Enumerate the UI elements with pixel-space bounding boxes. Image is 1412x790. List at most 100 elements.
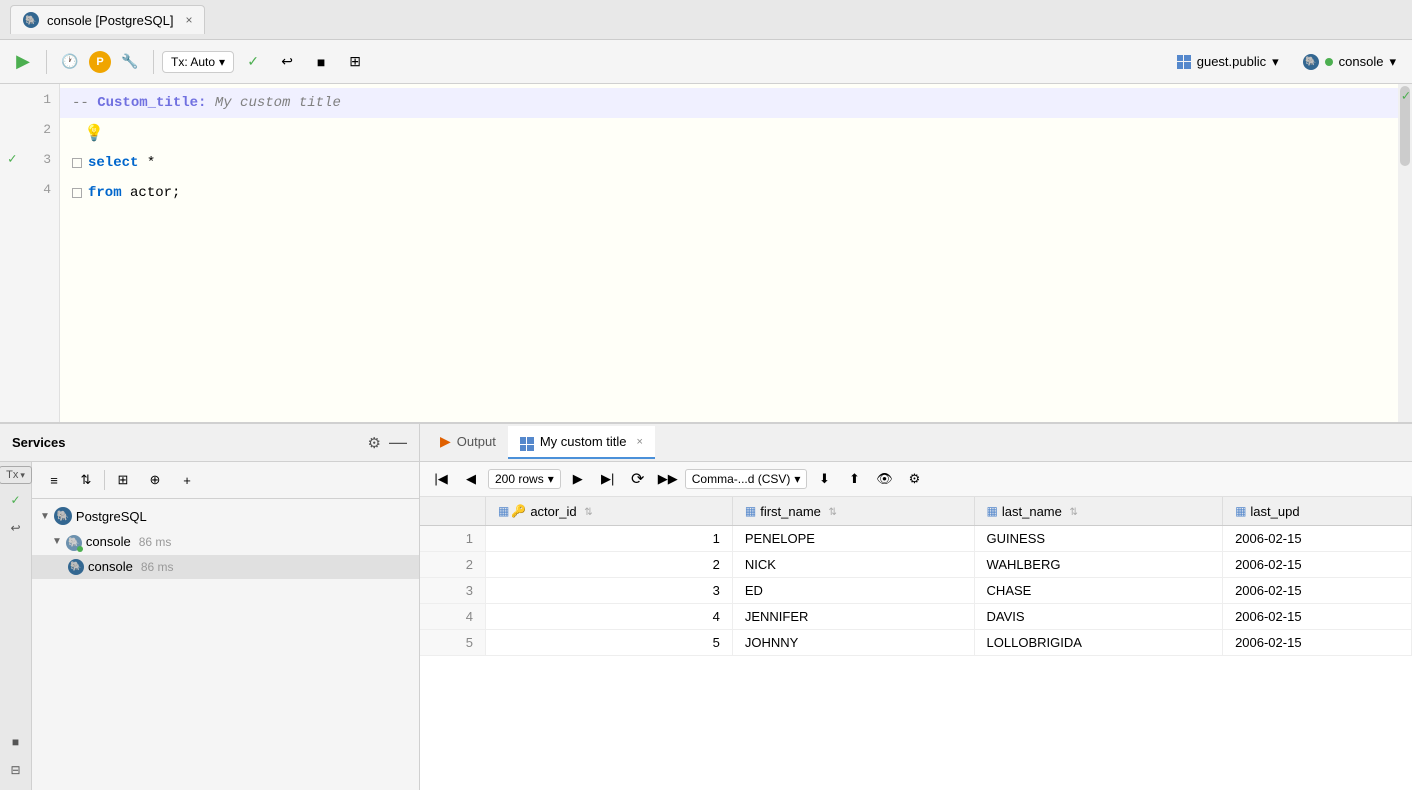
tree-item-postgresql[interactable]: ▼ 🐘 PostgreSQL	[32, 503, 419, 529]
cell-last-name-1: GUINESS	[974, 525, 1223, 551]
tab-output[interactable]: ▶ Output	[428, 427, 508, 458]
first-name-sort: ⇅	[829, 507, 837, 518]
last-row-button[interactable]: ▶|	[595, 466, 621, 492]
sq-icon-4	[72, 188, 82, 198]
tab-custom-title-close[interactable]: ×	[637, 436, 643, 448]
data-table-wrapper[interactable]: ▦ 🔑 actor_id ⇅ ▦ first_name	[420, 497, 1412, 790]
services-panel: Services ⚙ — Tx ▾ ✓ ↩ ■ ⊟	[0, 424, 420, 790]
editor-area[interactable]: 1 2 ✓ 3 4 -- Custom_title: My custom tit…	[0, 84, 1412, 424]
last-upd-col-icon: ▦	[1235, 504, 1246, 518]
th-actor-id[interactable]: ▦ 🔑 actor_id ⇅	[486, 497, 733, 525]
tx-selector[interactable]: Tx: Auto ▾	[162, 51, 234, 73]
tree-console2-icon: 🐘	[68, 559, 84, 575]
tree-item-console-2[interactable]: 🐘 console 86 ms	[32, 555, 419, 579]
console-selector[interactable]: 🐘 console ▾	[1295, 50, 1404, 74]
history-button[interactable]: 🕐	[55, 47, 85, 77]
extra-nav-button[interactable]: ▶▶	[655, 466, 681, 492]
tab-close-button[interactable]: ×	[185, 13, 192, 27]
tree-arrow-pg: ▼	[40, 511, 50, 522]
rows-selector[interactable]: 200 rows ▾	[488, 469, 561, 489]
editor-content[interactable]: -- Custom_title: My custom title 💡 selec…	[60, 84, 1412, 422]
first-name-col-icon: ▦	[745, 504, 756, 518]
table-row[interactable]: 4 4 JENNIFER DAVIS 2006-02-15	[420, 603, 1412, 629]
cell-first-name-3: ED	[732, 577, 974, 603]
format-selector[interactable]: Comma-...d (CSV) ▾	[685, 469, 808, 489]
tx-strip-label[interactable]: Tx ▾	[0, 466, 32, 484]
editor-scrollbar[interactable]: ✓	[1398, 84, 1412, 422]
strip-grid-btn[interactable]: ⊟	[4, 758, 28, 782]
row-num-1: 1	[420, 525, 486, 551]
download-button[interactable]: ⬇	[811, 466, 837, 492]
table-header: ▦ 🔑 actor_id ⇅ ▦ first_name	[420, 497, 1412, 525]
custom-title-tab-icon	[520, 432, 534, 452]
services-minus-icon[interactable]: —	[389, 432, 407, 453]
next-row-button[interactable]: ▶	[565, 466, 591, 492]
main-toolbar: ▶ 🕐 P 🔧 Tx: Auto ▾ ✓ ↩ ■ ⊞ guest.public …	[0, 40, 1412, 84]
th-last-upd[interactable]: ▦ last_upd	[1223, 497, 1412, 525]
tab-custom-title-label: My custom title	[540, 434, 627, 449]
undo-button[interactable]: ↩	[272, 47, 302, 77]
pg-icon: 🐘	[23, 12, 39, 28]
cell-last-upd-5: 2006-02-15	[1223, 629, 1412, 655]
check-button[interactable]: ✓	[238, 47, 268, 77]
tree-item-console-1[interactable]: ▼ 🐘 console 86 ms	[32, 529, 419, 555]
table-row[interactable]: 1 1 PENELOPE GUINESS 2006-02-15	[420, 525, 1412, 551]
p-button[interactable]: P	[89, 51, 111, 73]
cell-actor-id-5: 5	[486, 629, 733, 655]
grid-button[interactable]: ⊞	[340, 47, 370, 77]
th-last-name[interactable]: ▦ last_name ⇅	[974, 497, 1223, 525]
schema-selector[interactable]: guest.public ▾	[1169, 50, 1287, 74]
first-row-button[interactable]: |◀	[428, 466, 454, 492]
editor-check-icon: ✓	[1402, 88, 1410, 105]
code-table: actor;	[122, 185, 181, 201]
table-row[interactable]: 2 2 NICK WAHLBERG 2006-02-15	[420, 551, 1412, 577]
cell-first-name-1: PENELOPE	[732, 525, 974, 551]
srv-add-btn[interactable]: ⊕	[141, 466, 169, 494]
stop-button[interactable]: ■	[306, 47, 336, 77]
cell-first-name-4: JENNIFER	[732, 603, 974, 629]
cell-last-upd-4: 2006-02-15	[1223, 603, 1412, 629]
table-settings-button[interactable]: ⚙	[901, 466, 927, 492]
tree-arrow-console1: ▼	[52, 536, 62, 547]
services-header: Services ⚙ —	[0, 424, 419, 462]
srv-filter2-btn[interactable]: ⇅	[72, 466, 100, 494]
strip-check-btn[interactable]: ✓	[4, 488, 28, 512]
code-line-3: select *	[60, 148, 1412, 178]
console-tab[interactable]: 🐘 console [PostgreSQL] ×	[10, 5, 205, 34]
cell-last-name-3: CHASE	[974, 577, 1223, 603]
refresh-button[interactable]: ⟳	[625, 466, 651, 492]
tab-label: console [PostgreSQL]	[47, 13, 173, 28]
toolbar-separator-2	[153, 50, 154, 74]
row-num-5: 5	[420, 629, 486, 655]
strip-stop-btn[interactable]: ■	[4, 730, 28, 754]
row-num-3: 3	[420, 577, 486, 603]
tx-label: Tx: Auto	[171, 55, 215, 69]
view-button[interactable]: 👁	[871, 466, 897, 492]
prev-row-button[interactable]: ◀	[458, 466, 484, 492]
tab-custom-title[interactable]: My custom title ×	[508, 426, 655, 460]
th-first-name[interactable]: ▦ first_name ⇅	[732, 497, 974, 525]
services-gear-icon[interactable]: ⚙	[368, 434, 381, 452]
run-button[interactable]: ▶	[8, 47, 38, 77]
schema-label: guest.public	[1197, 54, 1266, 69]
srv-grid-btn[interactable]: ⊞	[109, 466, 137, 494]
tx-arrow: ▾	[219, 55, 225, 69]
th-row-num	[420, 497, 486, 525]
table-row[interactable]: 5 5 JOHNNY LOLLOBRIGIDA 2006-02-15	[420, 629, 1412, 655]
srv-plus-btn[interactable]: +	[173, 466, 201, 494]
tree-console1-label: console	[86, 534, 131, 549]
tab-output-label: Output	[457, 434, 496, 449]
srv-filter-btn[interactable]: ≡	[40, 466, 68, 494]
strip-undo-btn[interactable]: ↩	[4, 516, 28, 540]
sq-icon-3	[72, 158, 82, 168]
table-row[interactable]: 3 3 ED CHASE 2006-02-15	[420, 577, 1412, 603]
wrench-button[interactable]: 🔧	[115, 47, 145, 77]
row-num-2: 2	[420, 551, 486, 577]
tree-pg-icon: 🐘	[54, 507, 72, 525]
format-label: Comma-...d (CSV)	[692, 472, 791, 486]
cell-last-name-2: WAHLBERG	[974, 551, 1223, 577]
tab-grid-icon	[520, 437, 534, 451]
tree-console1-icon-wrap: 🐘	[66, 533, 82, 551]
upload-button[interactable]: ⬆	[841, 466, 867, 492]
tree-console1-dot	[77, 546, 83, 552]
